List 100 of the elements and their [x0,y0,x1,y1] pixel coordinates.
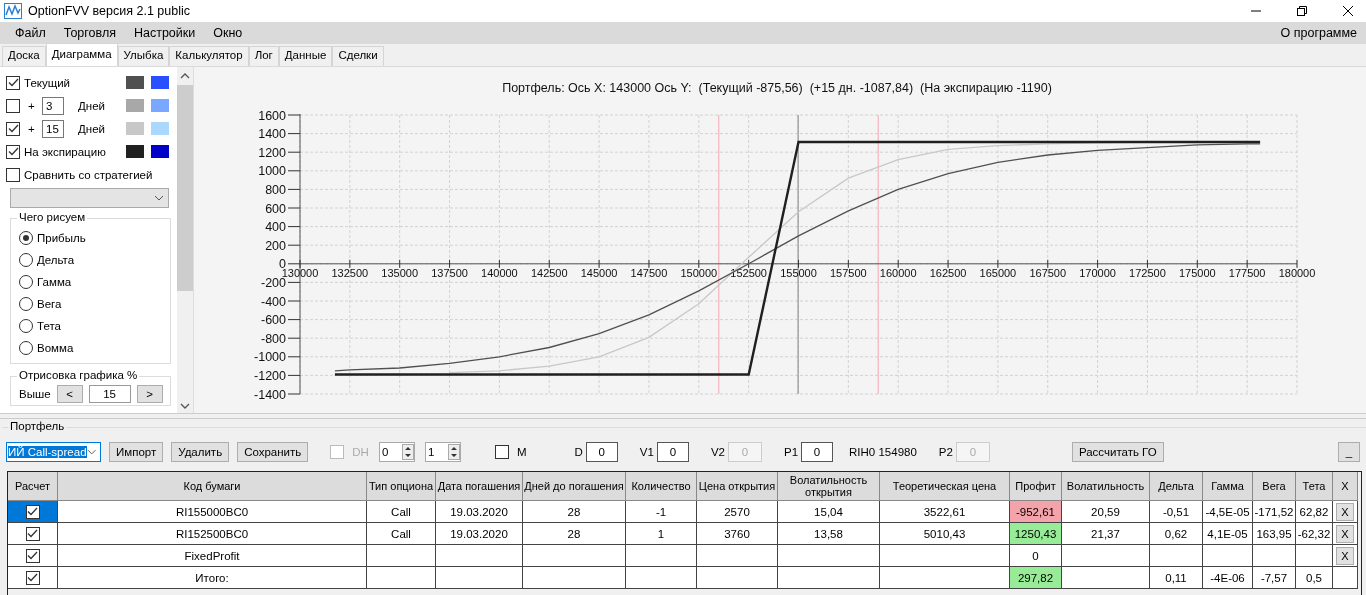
checkbox[interactable] [6,144,20,159]
color-swatch[interactable] [151,122,169,135]
checkbox[interactable] [6,167,20,182]
column-header[interactable]: Гамма [1203,472,1253,501]
toolbar-button[interactable]: Сохранить [237,442,309,462]
color-swatch[interactable] [151,76,169,89]
spin-field[interactable]: 1 [424,442,461,462]
chevron-down-icon[interactable] [180,403,190,409]
increase-button[interactable]: > [136,385,163,403]
column-header[interactable]: X [1333,472,1358,501]
tab[interactable]: Диаграмма [45,43,118,66]
radio-button[interactable] [19,253,33,267]
column-header[interactable]: Дата погашения [436,472,523,501]
strategy-dropdown[interactable]: ИЙ Call-spread [6,442,101,462]
column-header[interactable]: Волатильность [1062,472,1150,501]
checkbox[interactable] [25,526,40,541]
calculate-button[interactable]: Рассчитать ГО [1071,442,1164,462]
tab[interactable]: Доска [2,46,46,66]
column-header[interactable]: Расчет [8,472,58,501]
radio-button[interactable] [19,341,33,355]
chevron-up-icon[interactable] [180,73,190,79]
color-swatch[interactable] [126,99,144,112]
close-icon[interactable] [1342,5,1354,17]
tab[interactable]: Лог [248,46,279,66]
column-header[interactable]: Тип опциона [367,472,436,501]
toolbar-button[interactable]: Удалить [171,442,230,462]
table-cell: 3760 [697,523,778,545]
compare-label: Сравнить со стратегией [24,168,153,181]
color-swatch[interactable] [126,122,144,135]
table-cell [1203,545,1253,567]
value-field[interactable]: 0 [801,442,834,462]
column-header[interactable]: Волатильность открытия [778,472,880,501]
menu-item[interactable]: О программе [1271,26,1366,40]
radio-button[interactable] [19,297,33,311]
menu-item[interactable]: Настройки [124,26,205,40]
collapse-button[interactable]: _ [1338,442,1360,462]
column-header[interactable]: Теоретическая цена [880,472,1010,501]
checkbox[interactable] [6,75,20,90]
x-tick-label: 142500 [530,266,568,279]
decrease-button[interactable]: < [56,385,83,403]
color-swatch[interactable] [151,145,169,158]
menu-item[interactable]: Торговля [54,26,125,40]
tab[interactable]: Данные [278,46,333,66]
days-field[interactable]: 3 [42,96,64,115]
color-swatch[interactable] [126,145,144,158]
table-cell[interactable] [8,545,58,567]
remove-button[interactable]: X [1336,524,1354,543]
color-swatch[interactable] [126,76,144,89]
table-cell[interactable] [8,567,58,589]
value-field[interactable]: 0 [656,442,689,462]
column-header[interactable]: Профит [1010,472,1062,501]
scrollbar-thumb[interactable] [177,85,193,291]
tab[interactable]: Сделки [332,46,384,66]
table-cell: 3522,61 [880,501,1010,523]
checkbox[interactable] [25,570,40,585]
y-tick-label: 1000 [258,164,286,179]
column-header[interactable]: Код бумаги [58,472,367,501]
table-cell: 13,58 [778,523,880,545]
spin-field[interactable]: 0 [378,442,415,462]
remove-button[interactable]: X [1336,546,1354,565]
checkbox[interactable] [494,445,509,459]
table-cell[interactable] [8,523,58,545]
radio-button[interactable] [19,275,33,289]
column-header[interactable]: Цена открытия [697,472,778,501]
window-title: OptionFVV версия 2.1 public [28,4,190,18]
table-cell: -4E-06 [1203,567,1253,589]
radio-label: Гамма [37,276,72,288]
tab[interactable]: Улыбка [117,46,170,66]
spin-arrows-icon[interactable] [401,444,414,460]
x-tick-label: 152500 [730,266,767,279]
curve-label: На экспирацию [24,145,106,158]
radio-button[interactable] [19,319,33,333]
checkbox[interactable] [6,121,20,136]
percent-field[interactable]: 15 [88,385,131,403]
menu-item[interactable]: Файл [6,26,55,40]
scrollbar[interactable] [177,67,193,413]
column-header[interactable]: Вега [1253,472,1296,501]
tab[interactable]: Калькулятор [169,46,249,66]
checkbox[interactable] [25,548,40,563]
maximize-icon[interactable] [1296,5,1308,17]
radio-button[interactable] [19,231,33,245]
toolbar-button[interactable]: Импорт [109,442,164,462]
remove-button[interactable]: X [1336,502,1354,521]
column-header[interactable]: Тета [1296,472,1333,501]
checkbox[interactable] [25,504,40,519]
checkbox[interactable] [6,98,20,113]
column-header[interactable]: Дельта [1150,472,1203,501]
table-cell[interactable] [8,501,58,523]
table-cell: -4,5E-05 [1203,501,1253,523]
table-cell: 0,62 [1150,523,1203,545]
x-tick-label: 167500 [1029,266,1067,279]
column-header[interactable]: Дней до погашения [523,472,626,501]
table-cell: -7,57 [1253,567,1296,589]
menu-item[interactable]: Окно [204,26,252,40]
value-field[interactable]: 0 [585,442,618,462]
color-swatch[interactable] [151,99,169,112]
spin-arrows-icon[interactable] [447,444,460,460]
days-field[interactable]: 15 [42,119,64,138]
field-label: P2 [938,446,953,458]
column-header[interactable]: Количество [626,472,697,501]
